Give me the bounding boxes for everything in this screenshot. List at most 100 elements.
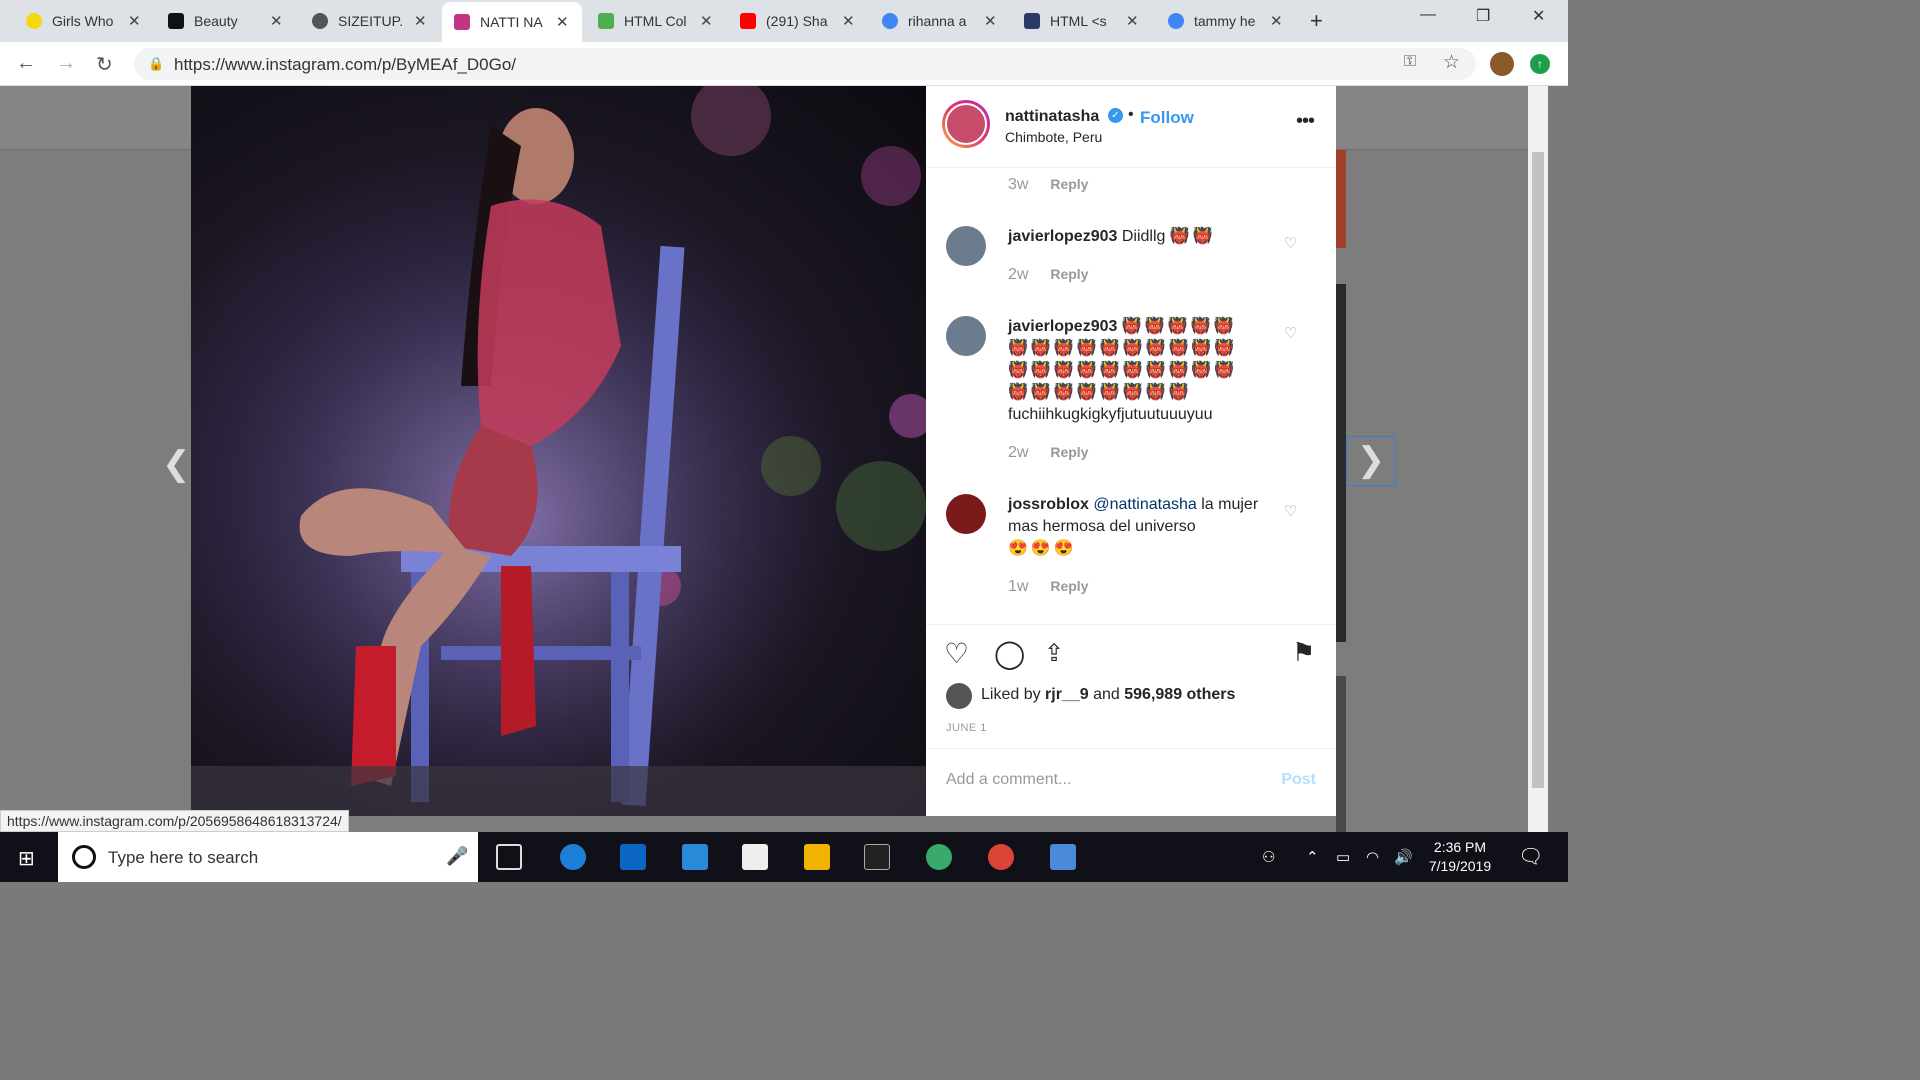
edge-icon[interactable] [560,844,586,870]
volume-icon[interactable]: 🔊 [1394,848,1413,866]
comment-time[interactable]: 2w [1008,444,1028,461]
previous-post-arrow[interactable]: ❮ [162,444,191,484]
comment-time[interactable]: 2w [1008,266,1028,283]
tab-html-colors[interactable]: HTML Col ✕ [598,6,722,36]
liked-count[interactable]: 596,989 others [1124,686,1235,703]
comment-mention[interactable]: @nattinatasha [1093,496,1196,513]
search-placeholder[interactable]: Type here to search [108,848,258,868]
store-icon[interactable] [620,844,646,870]
close-icon[interactable]: ✕ [556,13,569,31]
battery-icon[interactable]: ▭ [1336,848,1350,866]
taskbar-clock[interactable]: 2:36 PM 7/19/2019 [1420,838,1500,876]
more-options-icon[interactable]: ••• [1296,110,1315,133]
notification-icon[interactable]: 🗨 [1518,844,1543,869]
comment-input[interactable]: Add a comment... [946,771,1071,789]
close-icon[interactable]: ✕ [842,12,855,30]
close-icon[interactable]: ✕ [1126,12,1139,30]
mail-icon[interactable] [742,844,768,870]
liked-and: and [1093,686,1120,703]
wifi-icon[interactable]: ◠ [1366,848,1379,866]
tab-tammy[interactable]: tammy he ✕ [1168,6,1292,36]
chrome-icon[interactable] [988,844,1014,870]
url-text[interactable]: https://www.instagram.com/p/ByMEAf_D0Go/ [174,55,516,75]
comment-emojis: 😍😍😍 [1008,540,1077,557]
post-location[interactable]: Chimbote, Peru [1005,129,1102,145]
like-comment-icon[interactable]: ♡ [1284,324,1297,342]
close-icon[interactable]: ✕ [984,12,997,30]
commenter-username[interactable]: jossroblox [1008,496,1089,513]
cortana-icon [72,845,96,869]
l-app-icon[interactable] [682,844,708,870]
commenter-avatar[interactable] [946,494,986,534]
close-icon[interactable]: ✕ [414,12,427,30]
reply-button[interactable]: Reply [1050,578,1088,594]
terminal-icon[interactable] [864,844,890,870]
follow-button[interactable]: Follow [1140,108,1194,128]
scrollbar-thumb[interactable] [1532,152,1544,788]
people-icon[interactable]: ⚇ [1262,848,1275,866]
taskbar-search[interactable]: Type here to search 🎤 [58,832,478,882]
next-post-arrow[interactable]: ❯ [1346,436,1396,486]
tab-sizeitup[interactable]: SIZEITUP. ✕ [312,6,436,36]
tab-beauty[interactable]: Beauty ✕ [168,6,292,36]
reply-button[interactable]: Reply [1050,266,1088,282]
lock-icon: 🔒 [148,56,165,71]
key-icon[interactable]: ⚿ [1404,53,1416,71]
avatar[interactable] [942,100,990,148]
commenter-username[interactable]: javierlopez903 [1008,228,1117,245]
comment-icon[interactable]: ◯ [994,637,1025,670]
bookmark-star-icon[interactable]: ☆ [1443,51,1460,74]
background-thumbnail [1336,676,1346,832]
post-username[interactable]: nattinatasha [1005,108,1099,126]
atom-icon[interactable] [926,844,952,870]
windows-start-icon[interactable]: ⊞ [18,846,35,871]
tab-natti-active[interactable]: NATTI NA ✕ [442,2,582,42]
comment-text: javierlopez903 Diidllg 👹👹 [1008,226,1268,248]
post-photo[interactable] [191,86,926,816]
comment-time[interactable]: 3w [1008,176,1028,193]
like-comment-icon[interactable]: ♡ [1284,234,1297,252]
extension-icon[interactable] [1490,52,1514,76]
reply-button[interactable]: Reply [1050,444,1088,460]
back-button[interactable]: ← [16,52,36,75]
file-explorer-icon[interactable] [804,844,830,870]
restore-button[interactable]: ❐ [1476,6,1490,26]
post-date[interactable]: JUNE 1 [946,722,987,734]
forward-button[interactable]: → [56,52,76,75]
address-bar[interactable]: 🔒 https://www.instagram.com/p/ByMEAf_D0G… [134,48,1476,80]
new-tab-button[interactable]: + [1310,8,1323,34]
add-comment-bar: Add a comment... Post [926,748,1336,816]
post-photo-illustration [191,86,926,816]
like-comment-icon[interactable]: ♡ [1284,502,1297,520]
update-icon[interactable]: ↑ [1530,54,1550,74]
commenter-avatar[interactable] [946,226,986,266]
post-comment-button[interactable]: Post [1281,771,1316,789]
commenter-avatar[interactable] [946,316,986,356]
reply-button[interactable]: Reply [1050,176,1088,192]
tab-youtube[interactable]: (291) Sha ✕ [740,6,864,36]
minimize-button[interactable]: — [1420,6,1436,24]
close-icon[interactable]: ✕ [128,12,141,30]
tab-rihanna[interactable]: rihanna a ✕ [882,6,1006,36]
post-header: nattinatasha ✓ • Follow Chimbote, Peru •… [926,86,1336,168]
microphone-icon[interactable]: 🎤 [446,846,468,867]
page-scrollbar[interactable] [1528,86,1548,832]
comment-meta: 2w Reply [1008,444,1088,462]
commenter-username[interactable]: javierlopez903 [1008,318,1117,335]
comment-time[interactable]: 1w [1008,578,1028,595]
paint-icon[interactable] [1050,844,1076,870]
share-icon[interactable]: ⇪ [1044,639,1064,668]
close-icon[interactable]: ✕ [700,12,713,30]
tab-girls-who[interactable]: Girls Who ✕ [26,6,150,36]
liker-avatar[interactable] [946,683,972,709]
liked-user[interactable]: rjr__9 [1045,686,1089,703]
task-view-icon[interactable] [496,844,522,870]
like-icon[interactable]: ♡ [944,637,969,670]
tab-html-s[interactable]: HTML <s ✕ [1024,6,1148,36]
save-bookmark-icon[interactable]: ⚑ [1292,637,1315,668]
close-icon[interactable]: ✕ [270,12,283,30]
close-icon[interactable]: ✕ [1270,12,1283,30]
reload-button[interactable]: ↻ [96,52,113,77]
chevron-up-icon[interactable]: ⌃ [1306,848,1319,866]
close-window-button[interactable]: ✕ [1532,6,1545,26]
